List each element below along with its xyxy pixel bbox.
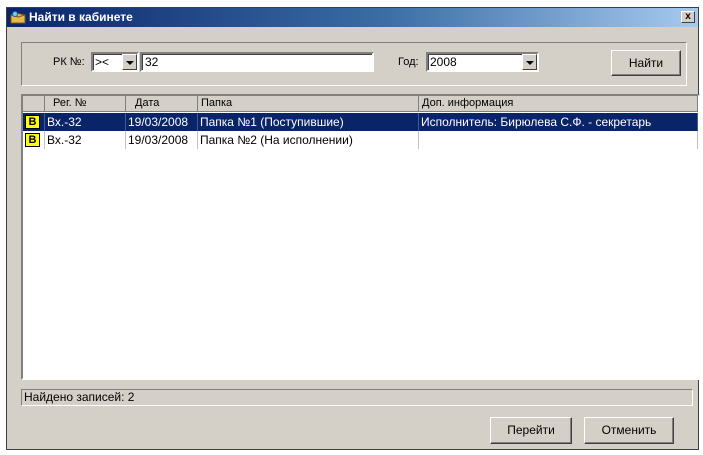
table-header: Рег. № Дата Папка Доп. информация bbox=[23, 96, 698, 112]
reg-number-cell: Вх.-32 bbox=[45, 113, 126, 131]
year-value: 2008 bbox=[430, 55, 457, 69]
column-header-reg[interactable]: Рег. № bbox=[45, 96, 126, 112]
document-type-badge: В bbox=[25, 115, 40, 129]
search-panel: РК №: >< 32 Год: 2008 Найти bbox=[21, 42, 687, 86]
column-header-folder[interactable]: Папка bbox=[198, 96, 419, 112]
reg-number-cell: Вх.-32 bbox=[45, 131, 126, 149]
results-table: Рег. № Дата Папка Доп. информация В Вх.-… bbox=[21, 94, 700, 380]
title-bar[interactable]: Найти в кабинете x bbox=[7, 8, 698, 27]
document-type-badge: В bbox=[25, 133, 40, 147]
chevron-down-icon[interactable] bbox=[522, 54, 537, 70]
info-cell: Исполнитель: Бирюлева С.Ф. - секретарь bbox=[419, 113, 698, 131]
chevron-down-icon[interactable] bbox=[122, 54, 137, 70]
header-badge-column bbox=[23, 96, 45, 112]
window-title: Найти в кабинете bbox=[29, 10, 133, 24]
date-cell: 19/03/2008 bbox=[126, 113, 198, 131]
badge-cell: В bbox=[23, 113, 45, 131]
operator-value: >< bbox=[95, 55, 110, 69]
info-cell bbox=[419, 131, 698, 149]
folder-search-icon bbox=[10, 10, 26, 25]
operator-select[interactable]: >< bbox=[91, 52, 139, 72]
go-button[interactable]: Перейти bbox=[490, 417, 572, 444]
column-header-date[interactable]: Дата bbox=[126, 96, 198, 112]
rk-number-input[interactable]: 32 bbox=[140, 52, 374, 72]
records-found-text: Найдено записей: 2 bbox=[24, 390, 135, 404]
rk-number-value: 32 bbox=[145, 55, 159, 69]
badge-cell: В bbox=[23, 131, 45, 149]
year-label: Год: bbox=[398, 56, 419, 68]
cancel-button[interactable]: Отменить bbox=[584, 417, 674, 444]
find-in-cabinet-dialog: Найти в кабинете x РК №: >< 32 Год: 2008… bbox=[6, 7, 700, 450]
folder-cell: Папка №2 (На исполнении) bbox=[198, 131, 419, 149]
rk-number-label: РК №: bbox=[53, 56, 85, 68]
status-bar: Найдено записей: 2 bbox=[21, 389, 693, 406]
date-cell: 19/03/2008 bbox=[126, 131, 198, 149]
year-select[interactable]: 2008 bbox=[426, 52, 539, 72]
close-button[interactable]: x bbox=[681, 11, 695, 23]
table-row[interactable]: В Вх.-32 19/03/2008 Папка №2 (На исполне… bbox=[23, 131, 698, 149]
folder-cell: Папка №1 (Поступившие) bbox=[198, 113, 419, 131]
column-header-info[interactable]: Доп. информация bbox=[419, 96, 698, 112]
find-button[interactable]: Найти bbox=[611, 50, 681, 76]
table-row[interactable]: В Вх.-32 19/03/2008 Папка №1 (Поступивши… bbox=[23, 113, 698, 131]
